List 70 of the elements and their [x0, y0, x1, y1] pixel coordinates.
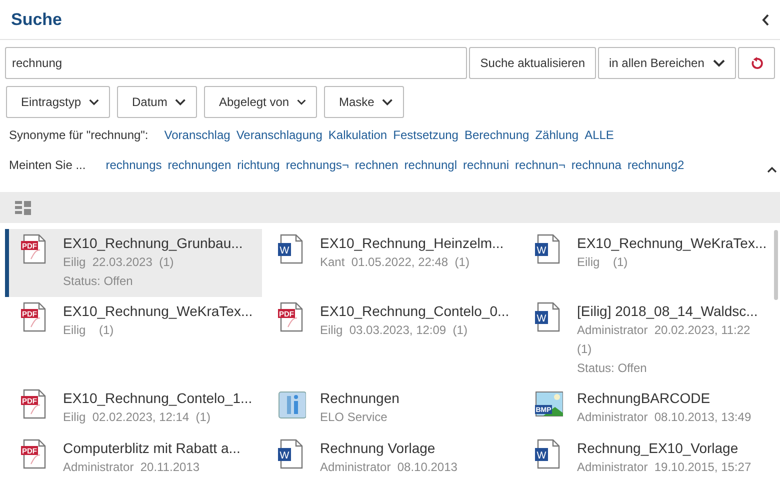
- result-title: EX10_Rechnung_WeKraTex...: [577, 234, 767, 253]
- did-you-mean-label: Meinten Sie ...: [9, 157, 86, 174]
- result-title: Computerblitz mit Rabatt a...: [63, 439, 240, 458]
- caret-icon: [713, 59, 725, 67]
- result-item[interactable]: W EX10_Rechnung_Heinzelm... Kant 01.05.2022, 22:48 (1): [262, 229, 519, 297]
- suggestion-link[interactable]: Kalkulation: [328, 126, 388, 144]
- result-meta: Administrator 20.11.2013: [63, 459, 201, 476]
- result-meta: Administrator 19.10.2015, 15:27: [577, 459, 752, 476]
- collapse-up-icon[interactable]: [767, 166, 777, 173]
- result-meta: ELO Service: [320, 409, 388, 426]
- reset-button[interactable]: [738, 47, 775, 79]
- result-title: EX10_Rechnung_WeKraTex...: [63, 302, 253, 321]
- suggestion-link[interactable]: rechnuni: [463, 156, 510, 174]
- caret-icon: [89, 98, 99, 106]
- result-item[interactable]: W Rechnung_EX10_Vorlage Administrator 19.10.2015, 15:27: [519, 434, 776, 484]
- result-item[interactable]: Rechnungen ELO Service: [262, 384, 519, 434]
- result-meta: Eilig (1): [577, 254, 629, 271]
- result-title: Rechnung Vorlage: [320, 439, 436, 458]
- suggestion-link[interactable]: rechnungs¬: [286, 156, 349, 174]
- suggestion-link[interactable]: Voranschlag: [164, 126, 230, 144]
- result-item[interactable]: W Rechnung Vorlage Administrator 08.10.2013: [262, 434, 519, 484]
- filter-dropdown[interactable]: Datum: [117, 86, 197, 118]
- update-search-button[interactable]: Suche aktualisieren: [469, 47, 596, 79]
- suggestion-link[interactable]: rechnungs: [106, 156, 162, 174]
- result-title: EX10_Rechnung_Contelo_1...: [63, 389, 252, 408]
- suggestion-link[interactable]: Zählung: [535, 126, 579, 144]
- suggestion-link[interactable]: Berechnung: [464, 126, 530, 144]
- caret-icon: [382, 98, 393, 106]
- caret-icon: [175, 98, 186, 106]
- result-title: EX10_Rechnung_Grunbau...: [63, 234, 243, 253]
- view-toggle-icon[interactable]: [15, 200, 31, 214]
- result-item[interactable]: W EX10_Rechnung_WeKraTex... Eilig (1): [519, 229, 776, 297]
- result-title: Rechnungen: [320, 389, 400, 408]
- result-title: EX10_Rechnung_Heinzelm...: [320, 234, 504, 253]
- suggestion-link[interactable]: rechnen: [354, 156, 398, 174]
- scope-dropdown[interactable]: in allen Bereichen: [598, 47, 736, 79]
- collapse-icon[interactable]: [762, 14, 770, 26]
- result-meta: Administrator 08.10.2013: [320, 459, 458, 476]
- suggestion-link[interactable]: Veranschlagung: [236, 126, 322, 144]
- suggestion-link[interactable]: rechnung2: [627, 156, 684, 174]
- scrollbar[interactable]: [774, 230, 778, 300]
- panel-title: Suche: [11, 8, 62, 31]
- result-item[interactable]: W [Eilig] 2018_08_14_Waldsc... Administrator 20.02.2023, 11:22 (1) Status: Offen: [519, 297, 776, 384]
- suggestion-link[interactable]: rechnuna: [571, 156, 622, 174]
- filter-dropdown[interactable]: Maske: [324, 86, 404, 118]
- synonyms-label: Synonyme für "rechnung":: [9, 127, 148, 144]
- result-status: Status: Offen: [63, 273, 134, 290]
- result-meta: Eilig 02.02.2023, 12:14 (1): [63, 409, 212, 426]
- result-meta: Eilig (1): [63, 322, 115, 339]
- result-title: EX10_Rechnung_Contelo_0...: [320, 302, 510, 321]
- suggestion-link[interactable]: ALLE: [584, 126, 614, 144]
- result-meta: Eilig 03.03.2023, 12:09 (1): [320, 322, 468, 339]
- filter-dropdown[interactable]: Eintragstyp: [6, 86, 110, 118]
- result-meta: Administrator 20.02.2023, 11:22 (1): [577, 322, 752, 358]
- suggestion-link[interactable]: rechnun¬: [515, 156, 566, 174]
- result-meta: Eilig 22.03.2023 (1): [63, 254, 175, 271]
- result-meta: Administrator 08.10.2013, 13:49: [577, 409, 752, 426]
- caret-icon: [297, 98, 306, 106]
- search-field[interactable]: rechnung: [5, 47, 468, 79]
- result-title: [Eilig] 2018_08_14_Waldsc...: [577, 302, 758, 321]
- filter-dropdown[interactable]: Abgelegt von: [204, 86, 317, 118]
- result-title: RechnungBARCODE: [577, 389, 712, 408]
- suggestion-link[interactable]: Festsetzung: [393, 126, 458, 144]
- result-title: Rechnung_EX10_Vorlage: [577, 439, 740, 458]
- result-status: Status: Offen: [577, 360, 648, 377]
- suggestion-link[interactable]: rechnungl: [404, 156, 457, 174]
- suggestion-link[interactable]: rechnungen: [168, 156, 232, 174]
- result-meta: Kant 01.05.2022, 22:48 (1): [320, 254, 470, 271]
- reset-icon: [750, 56, 763, 70]
- suggestion-link[interactable]: richtung: [237, 156, 280, 174]
